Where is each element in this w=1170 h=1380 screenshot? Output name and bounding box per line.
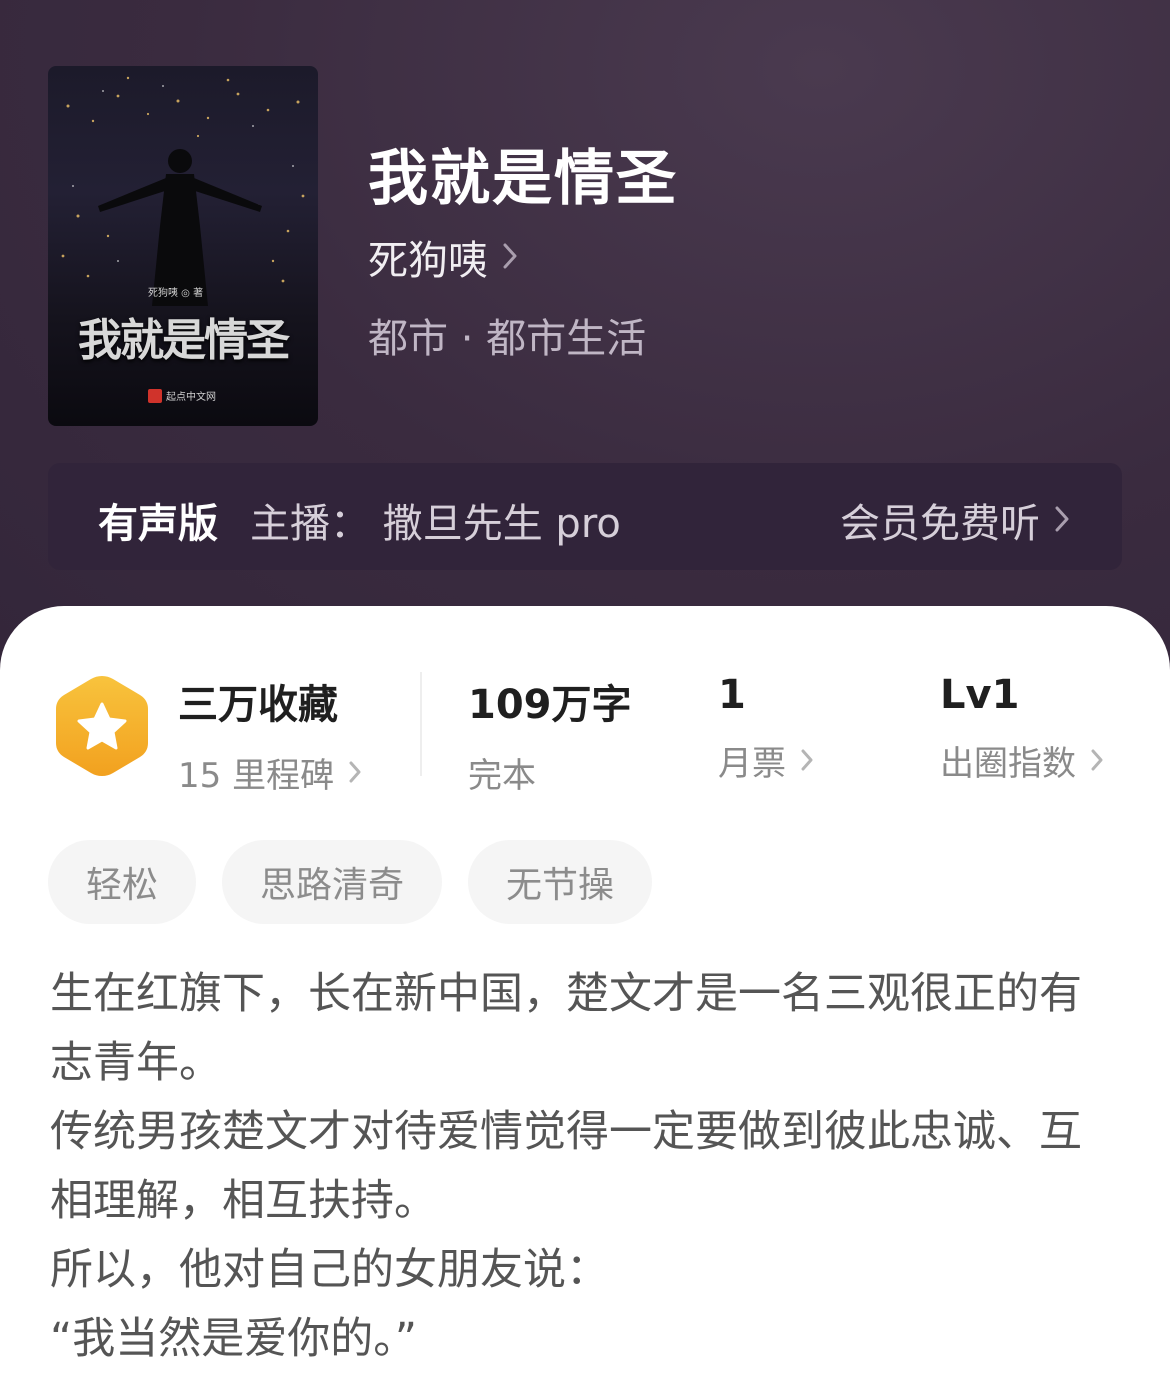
book-title: 我就是情圣 xyxy=(368,144,678,214)
breakout-index-label: 出圈指数 xyxy=(940,744,1076,784)
tag-chip[interactable]: 轻松 xyxy=(48,840,197,924)
monthly-ticket-count: 1 xyxy=(718,672,746,718)
book-detail-sheet: 三万收藏 15 里程碑 109万字 完本 1 月票 Lv1 出圈指数 轻松 思路… xyxy=(0,606,1170,1380)
favorites-stat[interactable]: 三万收藏 15 里程碑 xyxy=(178,672,362,797)
description-paragraph: 传统男孩楚文才对待爱情觉得一定要做到彼此忠诚、互相理解，相互扶持。 xyxy=(50,1107,1082,1226)
cover-title: 我就是情圣 xyxy=(78,315,290,366)
author-link[interactable]: 死狗咦 xyxy=(368,228,518,286)
stat-divider xyxy=(420,672,422,776)
book-cover[interactable]: 死狗咦 ◎ 著 我就是情圣 起点中文网 xyxy=(48,66,318,426)
publisher-mark-icon xyxy=(148,388,162,403)
word-count: 109万字 xyxy=(468,682,632,728)
cover-art xyxy=(61,76,305,306)
tag-list: 轻松 思路清奇 无节操 xyxy=(48,840,653,924)
word-count-stat: 109万字 完本 xyxy=(468,672,632,797)
tag-chip[interactable]: 无节操 xyxy=(468,840,653,924)
tag-chip[interactable]: 思路清奇 xyxy=(222,840,443,924)
author-name: 死狗咦 xyxy=(368,238,488,284)
monthly-ticket-stat[interactable]: 1 月票 xyxy=(718,672,814,785)
cover-publisher-logo: 起点中文网 xyxy=(148,388,216,403)
audio-label: 有声版 xyxy=(98,501,218,547)
breakout-level: Lv1 xyxy=(940,672,1020,718)
audiobook-bar[interactable]: 有声版 主播： 撒旦先生 pro 会员免费听 xyxy=(48,463,1122,570)
cover-author-line: 死狗咦 ◎ 著 xyxy=(148,288,204,299)
audio-anchor: 主播： 撒旦先生 pro xyxy=(250,501,621,547)
book-description: 生在红旗下，长在新中国，楚文才是一名三观很正的有志青年。 传统男孩楚文才对待爱情… xyxy=(50,960,1120,1374)
description-paragraph: 所以，他对自己的女朋友说： xyxy=(50,1245,609,1295)
audio-free-label: 会员免费听 xyxy=(840,501,1040,547)
description-paragraph: 生在红旗下，长在新中国，楚文才是一名三观很正的有志青年。 xyxy=(50,969,1082,1088)
breakout-index-stat[interactable]: Lv1 出圈指数 xyxy=(940,672,1104,785)
cover-publisher: 起点中文网 xyxy=(166,392,216,403)
chevron-right-icon xyxy=(502,234,518,280)
chevron-right-icon xyxy=(348,753,362,793)
star-badge-icon xyxy=(52,672,152,780)
chevron-right-icon xyxy=(1054,497,1070,543)
chevron-right-icon xyxy=(800,741,814,781)
chevron-right-icon xyxy=(1090,741,1104,781)
book-genre: 都市 · 都市生活 xyxy=(368,316,647,362)
completion-status: 完本 xyxy=(468,756,536,796)
monthly-ticket-label: 月票 xyxy=(718,744,786,784)
audio-free-listen-button[interactable]: 会员免费听 xyxy=(840,491,1070,549)
description-paragraph: “我当然是爱你的。” xyxy=(50,1314,418,1364)
milestone-label: 15 里程碑 xyxy=(178,756,335,796)
favorites-count: 三万收藏 xyxy=(178,682,338,728)
